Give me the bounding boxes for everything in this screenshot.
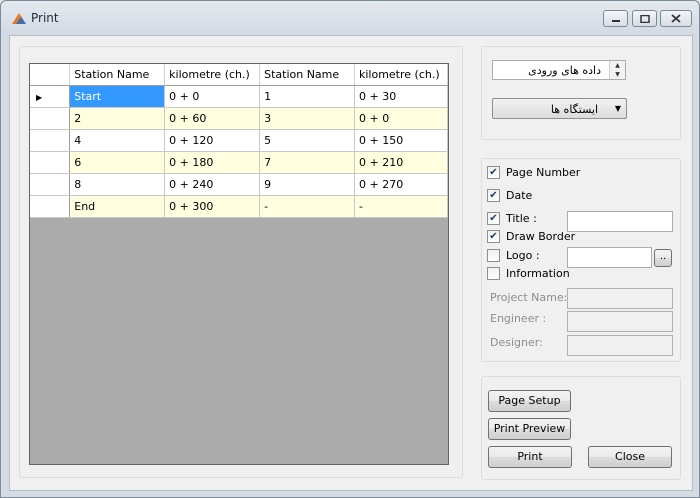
minimize-button[interactable] xyxy=(603,10,628,27)
close-window-button[interactable] xyxy=(660,10,692,27)
window-title: Print xyxy=(31,11,59,25)
table-row[interactable]: 2 0 + 60 3 0 + 0 xyxy=(30,107,449,130)
table-cell[interactable]: 0 + 60 xyxy=(164,107,261,130)
logo-checkbox[interactable] xyxy=(487,249,500,262)
title-input[interactable] xyxy=(567,211,673,232)
table-cell[interactable]: 0 + 120 xyxy=(164,129,261,152)
table-cell[interactable]: - xyxy=(259,195,355,218)
table-cell[interactable]: 0 + 300 xyxy=(164,195,261,218)
project-name-input xyxy=(567,288,673,309)
draw-border-checkbox[interactable]: ✔ xyxy=(487,230,500,243)
title-bar[interactable]: Print xyxy=(1,1,699,35)
information-label: Information xyxy=(506,267,570,280)
table-cell[interactable]: 0 + 150 xyxy=(354,129,449,152)
draw-border-label: Draw Border xyxy=(506,230,576,243)
logo-browse-button[interactable]: .. xyxy=(654,249,672,267)
engineer-label: Engineer : xyxy=(490,312,547,325)
table-cell[interactable]: 0 + 210 xyxy=(354,151,449,174)
spin-down-icon[interactable]: ▼ xyxy=(610,70,625,79)
print-window: Print Station Name kilometre (ch.) Stati… xyxy=(0,0,700,498)
title-label: Title : xyxy=(506,212,537,225)
chevron-down-icon: ▼ xyxy=(614,104,621,113)
combo-value: ایستگاه ها xyxy=(550,103,598,116)
table-row[interactable]: End 0 + 300 - - xyxy=(30,195,449,218)
table-cell[interactable]: 0 + 30 xyxy=(354,85,449,108)
table-cell[interactable]: - xyxy=(354,195,449,218)
print-button[interactable]: Print xyxy=(488,446,572,468)
table-row[interactable]: 8 0 + 240 9 0 + 270 xyxy=(30,173,449,196)
page-number-label: Page Number xyxy=(506,166,581,179)
engineer-input xyxy=(567,311,673,332)
spinner-value: داده های ورودی xyxy=(528,64,601,77)
title-checkbox[interactable]: ✔ xyxy=(487,212,500,225)
table-cell[interactable]: Start xyxy=(69,85,166,108)
grid-corner-header xyxy=(30,64,71,86)
designer-label: Designer: xyxy=(490,336,543,349)
spin-up-icon[interactable]: ▲ xyxy=(610,61,625,70)
date-label: Date xyxy=(506,189,533,202)
column-header[interactable]: kilometre (ch.) xyxy=(354,64,449,86)
input-data-spinner[interactable]: داده های ورودی ▲ ▼ xyxy=(492,60,626,80)
table-cell[interactable]: 5 xyxy=(259,129,355,152)
table-cell[interactable]: 2 xyxy=(69,107,166,130)
current-row-arrow-icon: ▶ xyxy=(36,92,43,102)
minimize-icon xyxy=(611,19,620,22)
logo-path-input[interactable] xyxy=(567,247,652,268)
page-number-checkbox[interactable]: ✔ xyxy=(487,166,500,179)
app-icon xyxy=(12,13,26,24)
table-row[interactable]: ▶ Start 0 + 0 1 0 + 30 xyxy=(30,85,449,108)
table-cell[interactable]: 9 xyxy=(259,173,355,196)
table-cell[interactable]: 3 xyxy=(259,107,355,130)
table-cell[interactable]: 6 xyxy=(69,151,166,174)
row-header[interactable] xyxy=(30,173,71,196)
table-cell[interactable]: End xyxy=(69,195,166,218)
table-cell[interactable]: 0 + 240 xyxy=(164,173,261,196)
row-header[interactable] xyxy=(30,107,71,130)
row-header[interactable]: ▶ xyxy=(30,85,71,108)
maximize-icon xyxy=(639,14,650,23)
information-checkbox[interactable] xyxy=(487,267,500,280)
print-preview-button[interactable]: Print Preview xyxy=(488,418,571,440)
table-cell[interactable]: 1 xyxy=(259,85,355,108)
maximize-button[interactable] xyxy=(632,10,657,27)
table-cell[interactable]: 0 + 0 xyxy=(354,107,449,130)
designer-input xyxy=(567,335,673,356)
column-header[interactable]: Station Name xyxy=(69,64,166,86)
stations-combo[interactable]: ایستگاه ها ▼ xyxy=(492,98,627,119)
close-icon xyxy=(671,14,681,23)
table-cell[interactable]: 0 + 270 xyxy=(354,173,449,196)
logo-label: Logo : xyxy=(506,249,540,262)
column-header[interactable]: kilometre (ch.) xyxy=(164,64,261,86)
table-row[interactable]: 4 0 + 120 5 0 + 150 xyxy=(30,129,449,152)
table-cell[interactable]: 0 + 180 xyxy=(164,151,261,174)
date-checkbox[interactable]: ✔ xyxy=(487,189,500,202)
stations-grid[interactable]: Station Name kilometre (ch.) Station Nam… xyxy=(29,63,449,465)
table-cell[interactable]: 0 + 0 xyxy=(164,85,261,108)
table-row[interactable]: 6 0 + 180 7 0 + 210 xyxy=(30,151,449,174)
column-header[interactable]: Station Name xyxy=(259,64,355,86)
table-cell[interactable]: 7 xyxy=(259,151,355,174)
page-setup-button[interactable]: Page Setup xyxy=(488,390,571,412)
row-header[interactable] xyxy=(30,129,71,152)
close-button[interactable]: Close xyxy=(588,446,672,468)
project-name-label: Project Name: xyxy=(490,291,568,304)
row-header[interactable] xyxy=(30,151,71,174)
table-cell[interactable]: 4 xyxy=(69,129,166,152)
table-cell[interactable]: 8 xyxy=(69,173,166,196)
spinner-arrows[interactable]: ▲ ▼ xyxy=(609,61,625,79)
row-header[interactable] xyxy=(30,195,71,218)
